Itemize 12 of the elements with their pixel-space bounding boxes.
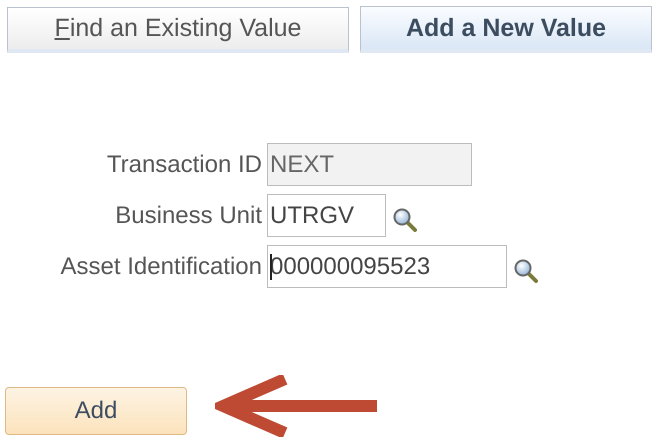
input-field[interactable]: UTRGV — [267, 194, 386, 237]
search-icon[interactable] — [513, 258, 539, 284]
input-field[interactable]: 000000095523 — [267, 245, 507, 288]
search-icon[interactable] — [392, 206, 418, 232]
arrow-icon — [215, 375, 379, 437]
tab[interactable]: Add a New Value — [360, 6, 652, 53]
field-label: Business Unit — [114, 202, 262, 230]
add-button[interactable]: Add — [5, 387, 187, 435]
field-label: Transaction ID — [106, 150, 262, 178]
tab[interactable]: Find an Existing Value — [7, 7, 349, 53]
input-field: NEXT — [267, 143, 472, 186]
field-label: Asset Identification — [60, 252, 262, 280]
